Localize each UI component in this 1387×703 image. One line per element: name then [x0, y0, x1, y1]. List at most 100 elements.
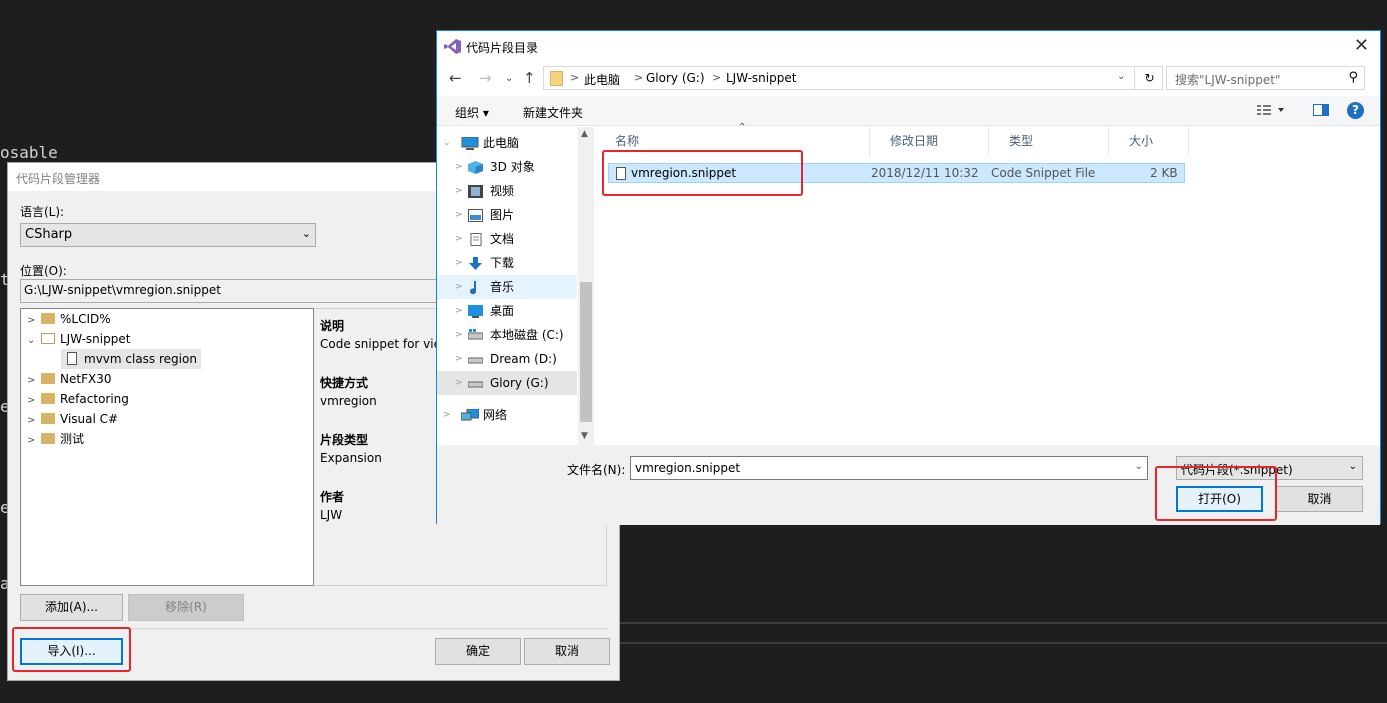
music-icon [470, 281, 477, 294]
chevron-right-icon[interactable]: > [455, 227, 463, 251]
chevron-right-icon[interactable]: > [27, 391, 41, 411]
chevron-right-icon[interactable]: > [455, 323, 463, 347]
nav-item-label: 视频 [490, 184, 515, 198]
nav-item-drive-c[interactable]: > 本地磁盘 (C:) [437, 323, 577, 347]
file-type: Code Snippet File [991, 166, 1096, 180]
back-icon[interactable]: ← [449, 69, 462, 87]
tree-item[interactable]: > Visual C# [27, 409, 118, 429]
chevron-down-icon[interactable]: ⌄ [27, 331, 41, 351]
snippet-type-value: Expansion [320, 451, 382, 465]
documents-icon [470, 233, 482, 246]
folder-icon [41, 313, 55, 324]
download-icon [469, 257, 482, 270]
chevron-right-icon: > [634, 71, 644, 84]
location-label: 位置(O): [20, 264, 67, 278]
tree-item[interactable]: > Refactoring [27, 389, 129, 409]
scrollbar-thumb[interactable] [580, 282, 592, 422]
chevron-right-icon[interactable]: > [27, 431, 41, 451]
view-options-icon[interactable] [1257, 103, 1287, 117]
nav-item-this-pc[interactable]: ⌄ 此电脑 [437, 131, 577, 155]
help-icon[interactable]: ? [1347, 102, 1364, 119]
breadcrumb-item[interactable]: LJW-snippet [726, 71, 796, 85]
nav-item-3d-objects[interactable]: > 3D 对象 [437, 155, 577, 179]
drive-icon [468, 381, 483, 388]
chevron-right-icon[interactable]: > [27, 411, 41, 431]
column-header-size[interactable]: 大小 [1109, 127, 1189, 155]
search-input[interactable]: 搜索"LJW-snippet" ⚲ [1166, 66, 1365, 90]
nav-item-network[interactable]: > 网络 [437, 403, 577, 427]
tree-item-label: 测试 [60, 432, 85, 446]
remove-button[interactable]: 移除(R) [128, 594, 244, 621]
chevron-right-icon[interactable]: > [455, 371, 463, 395]
nav-item-documents[interactable]: > 文档 [437, 227, 577, 251]
video-icon [468, 185, 483, 198]
scroll-down-icon[interactable]: ▼ [581, 431, 588, 441]
forward-icon[interactable]: → [479, 69, 492, 87]
file-highlight-box [602, 150, 803, 196]
visual-studio-icon [444, 39, 461, 54]
chevron-right-icon[interactable]: > [455, 203, 463, 227]
chevron-right-icon[interactable]: > [27, 371, 41, 391]
chevron-right-icon[interactable]: > [455, 155, 463, 179]
ok-button[interactable]: 确定 [435, 638, 521, 665]
column-header-modified[interactable]: 修改日期 [870, 127, 989, 155]
language-select[interactable]: CSharp ⌄ [20, 223, 316, 247]
file-size: 2 KB [1150, 166, 1178, 180]
tree-item-selected[interactable]: mvvm class region [61, 349, 201, 369]
close-icon[interactable]: ✕ [1354, 35, 1369, 56]
address-bar[interactable]: > 此电脑 > Glory (G:) > LJW-snippet ⌄ [543, 66, 1163, 90]
up-icon[interactable]: ↑ [523, 69, 536, 87]
chevron-right-icon[interactable]: > [455, 299, 463, 323]
chevron-down-icon[interactable]: ⌄ [1135, 461, 1143, 472]
breadcrumb-item[interactable]: 此电脑 [584, 71, 620, 88]
chevron-right-icon[interactable]: > [455, 275, 463, 299]
drive-icon [468, 357, 483, 364]
tree-item[interactable]: > 测试 [27, 429, 84, 449]
folder-icon [550, 71, 563, 86]
column-header-type[interactable]: 类型 [989, 127, 1109, 155]
nav-item-music[interactable]: > 音乐 [437, 275, 577, 299]
nav-item-label: 本地磁盘 (C:) [490, 328, 564, 342]
snippet-tree[interactable]: > %LCID% ⌄ LJW-snippet mvvm class region >… [20, 308, 314, 586]
cancel-button[interactable]: 取消 [524, 638, 610, 665]
scroll-up-icon[interactable]: ▲ [581, 129, 588, 139]
location-field[interactable]: G:\LJW-snippet\vmregion.snippet [20, 279, 440, 303]
folder-icon [41, 433, 55, 444]
folder-icon [41, 413, 55, 424]
nav-item-drive-g[interactable]: > Glory (G:) [437, 371, 577, 395]
tree-item[interactable]: > %LCID% [27, 309, 111, 329]
breadcrumb-item[interactable]: Glory (G:) [646, 71, 705, 85]
organize-menu[interactable]: 组织 ▾ [455, 104, 489, 121]
drive-icon [468, 329, 483, 340]
chevron-down-icon[interactable]: ⌄ [443, 131, 451, 155]
tree-item[interactable]: ⌄ LJW-snippet [27, 329, 130, 349]
chevron-right-icon[interactable]: > [443, 403, 451, 427]
shortcut-value: vmregion [320, 394, 377, 408]
snippet-type-heading: 片段类型 [320, 433, 369, 447]
nav-scrollbar[interactable]: ▲ ▼ [578, 127, 594, 445]
chevron-right-icon[interactable]: > [455, 179, 463, 203]
dialog-cancel-button[interactable]: 取消 [1276, 486, 1363, 512]
filename-input[interactable]: vmregion.snippet ⌄ [630, 456, 1148, 480]
nav-item-drive-d[interactable]: > Dream (D:) [437, 347, 577, 371]
recent-locations-chevron-icon[interactable]: ⌄ [505, 73, 513, 84]
new-folder-button[interactable]: 新建文件夹 [523, 104, 583, 121]
chevron-right-icon: > [570, 71, 580, 84]
preview-pane-icon[interactable] [1313, 103, 1329, 117]
chevron-down-icon[interactable]: ⌄ [1117, 71, 1125, 82]
tree-item[interactable]: > NetFX30 [27, 369, 111, 389]
editor-text-fragment: osable [0, 143, 58, 162]
tree-item-label: NetFX30 [60, 372, 112, 386]
nav-item-label: 3D 对象 [490, 160, 535, 174]
chevron-right-icon[interactable]: > [455, 347, 463, 371]
add-button[interactable]: 添加(A)... [20, 594, 123, 621]
language-value: CSharp [25, 227, 73, 242]
nav-item-videos[interactable]: > 视频 [437, 179, 577, 203]
nav-item-label: Dream (D:) [490, 352, 557, 366]
nav-item-downloads[interactable]: > 下载 [437, 251, 577, 275]
refresh-icon[interactable]: ↻ [1134, 66, 1164, 90]
chevron-right-icon[interactable]: > [455, 251, 463, 275]
nav-item-pictures[interactable]: > 图片 [437, 203, 577, 227]
nav-item-desktop[interactable]: > 桌面 [437, 299, 577, 323]
chevron-right-icon[interactable]: > [27, 311, 41, 331]
